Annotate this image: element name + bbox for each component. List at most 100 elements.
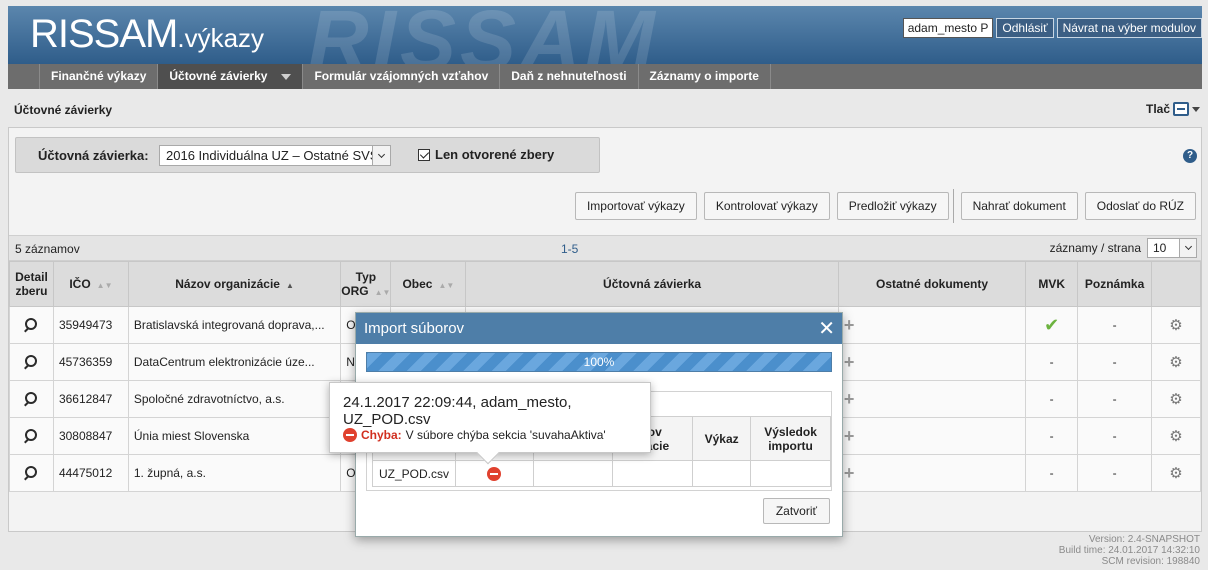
cell-mvk: - — [1025, 417, 1079, 455]
search-icon[interactable] — [25, 465, 38, 478]
cell-ico: 36612847 — [52, 380, 129, 418]
printer-icon — [1173, 102, 1189, 116]
username-badge: adam_mesto P — [902, 18, 994, 38]
close-icon[interactable]: ✕ — [818, 316, 835, 341]
gear-icon[interactable]: ⚙ — [1169, 354, 1182, 371]
col-uz: Účtovná závierka — [465, 261, 839, 307]
user-box: adam_mesto P Odhlásiť Návrat na výber mo… — [902, 18, 1202, 38]
logout-button[interactable]: Odhlásiť — [996, 18, 1054, 38]
progress-bar: 100% — [366, 352, 832, 372]
print-label: Tlač — [1145, 102, 1170, 116]
build-info: Version: 2.4-SNAPSHOT Build time: 24.01.… — [1058, 534, 1200, 567]
cell-ico: 44475012 — [52, 454, 129, 492]
check-button[interactable]: Kontrolovať výkazy — [703, 192, 830, 220]
add-icon[interactable]: + — [844, 426, 855, 446]
cell-ico: 45736359 — [52, 343, 129, 381]
cell-mvk: - — [1025, 343, 1079, 381]
cell-note: - — [1077, 306, 1153, 344]
cell-name: 1. župná, a.s. — [127, 454, 342, 492]
add-icon[interactable]: + — [844, 352, 855, 372]
cell-name: DataCentrum elektronizácie úze... — [127, 343, 342, 381]
search-icon[interactable] — [25, 354, 38, 367]
gear-icon[interactable]: ⚙ — [1169, 391, 1182, 408]
gear-icon[interactable]: ⚙ — [1169, 317, 1182, 334]
nav-dan[interactable]: Daň z nehnuteľnosti — [500, 64, 639, 89]
page-title: Účtovné závierky — [14, 103, 113, 117]
send-to-ruz-button[interactable]: Odoslať do RÚZ — [1084, 192, 1196, 220]
col-note: Poznámka — [1077, 261, 1153, 307]
nav-uctovne-zavierky[interactable]: Účtovné závierky — [158, 64, 304, 89]
col-name[interactable]: Názov organizácie ▲ — [127, 261, 342, 307]
sort-asc-icon: ▲ — [285, 281, 294, 290]
upload-document-button[interactable]: Nahrať dokument — [960, 192, 1078, 220]
nav-financne-vykazy[interactable]: Finančné výkazy — [39, 64, 159, 89]
search-icon[interactable] — [25, 428, 38, 441]
print-menu[interactable]: Tlač — [1146, 102, 1200, 116]
search-icon[interactable] — [25, 317, 38, 330]
header-watermark: RISSAM — [308, 6, 659, 64]
col-actions — [1151, 261, 1201, 307]
records-bar: 5 záznamov 1-5 záznamy / strana 10 — [9, 235, 1201, 261]
cell-name: Únia miest Slovenska — [127, 417, 342, 455]
cell-name: Bratislavská integrovaná doprava,... — [127, 306, 342, 344]
col-vykaz: Výkaz — [692, 416, 752, 461]
cell-ico: 35949473 — [52, 306, 129, 344]
gear-icon[interactable]: ⚙ — [1169, 428, 1182, 445]
sort-icon: ▲▼ — [96, 281, 113, 290]
filter-label: Účtovná závierka: — [38, 148, 149, 163]
col-docs: Ostatné dokumenty — [837, 261, 1027, 307]
col-typ[interactable]: Typ ORG ▲▼ — [340, 261, 392, 307]
cell-note: - — [1077, 417, 1153, 455]
error-icon — [343, 428, 357, 442]
error-icon[interactable] — [487, 466, 502, 481]
record-count: 5 záznamov — [15, 242, 80, 256]
nav-formular[interactable]: Formulár vzájomných vzťahov — [303, 64, 501, 89]
nav-zaznamy[interactable]: Záznamy o importe — [639, 64, 771, 89]
submit-button[interactable]: Predložiť výkazy — [836, 192, 949, 220]
toolbar-divider — [952, 189, 954, 223]
gear-icon[interactable]: ⚙ — [1169, 465, 1182, 482]
cell-name: Spoločné zdravotníctvo, a.s. — [127, 380, 342, 418]
add-icon[interactable]: + — [844, 389, 855, 409]
chevron-down-icon — [372, 146, 390, 165]
import-button[interactable]: Importovať výkazy — [574, 192, 697, 220]
checkbox-checked-icon — [418, 148, 430, 161]
cell-note: - — [1077, 380, 1153, 418]
col-detail: Detail zberu — [9, 261, 54, 307]
help-icon[interactable]: ? — [1183, 149, 1197, 163]
chevron-down-icon — [281, 73, 292, 80]
page-range[interactable]: 1-5 — [561, 242, 578, 256]
chevron-down-icon — [1192, 106, 1200, 112]
search-icon[interactable] — [25, 391, 38, 404]
file-name: UZ_POD.csv — [371, 460, 457, 487]
add-icon[interactable]: + — [844, 463, 855, 483]
open-only-checkbox[interactable]: Len otvorené zbery — [418, 147, 554, 162]
table-row: UZ_POD.csv — [371, 460, 831, 487]
back-to-modules-button[interactable]: Návrat na výber modulov — [1056, 18, 1202, 38]
action-toolbar: Importovať výkazy Kontrolovať výkazy Pre… — [574, 189, 1196, 223]
col-result: Výsledok importu — [750, 416, 831, 461]
cell-note: - — [1077, 343, 1153, 381]
cell-note: - — [1077, 454, 1153, 492]
per-page: záznamy / strana 10 — [1050, 238, 1197, 258]
cell-mvk: - — [1025, 380, 1079, 418]
app-logo[interactable]: RISSAM.výkazy — [30, 12, 264, 57]
close-dialog-button[interactable]: Zatvoriť — [762, 498, 830, 524]
main-nav: Finančné výkazy Účtovné závierky Formulá… — [8, 64, 1202, 89]
col-ico[interactable]: IČO ▲▼ — [52, 261, 129, 307]
per-page-select[interactable]: 10 — [1147, 238, 1197, 258]
tooltip-title: 24.1.2017 22:09:44, adam_mesto, UZ_POD.c… — [343, 394, 572, 428]
sort-icon: ▲▼ — [374, 288, 391, 297]
col-mvk: MVK — [1025, 261, 1079, 307]
chevron-down-icon — [1179, 239, 1196, 257]
cell-ico: 30808847 — [52, 417, 129, 455]
app-header: RISSAM RISSAM.výkazy adam_mesto P Odhlás… — [8, 6, 1202, 64]
dialog-title: Import súborov — [356, 313, 842, 344]
uz-select[interactable]: 2016 Individuálna UZ – Ostatné SVS — [159, 145, 391, 166]
logo-main: RISSAM — [30, 12, 178, 56]
tooltip-error: Chyba: V súbore chýba sekcia 'suvahaAkti… — [343, 428, 606, 442]
col-obec[interactable]: Obec ▲▼ — [390, 261, 467, 307]
sort-icon: ▲▼ — [438, 281, 455, 290]
per-page-label: záznamy / strana — [1049, 241, 1141, 255]
add-icon[interactable]: + — [844, 315, 855, 335]
